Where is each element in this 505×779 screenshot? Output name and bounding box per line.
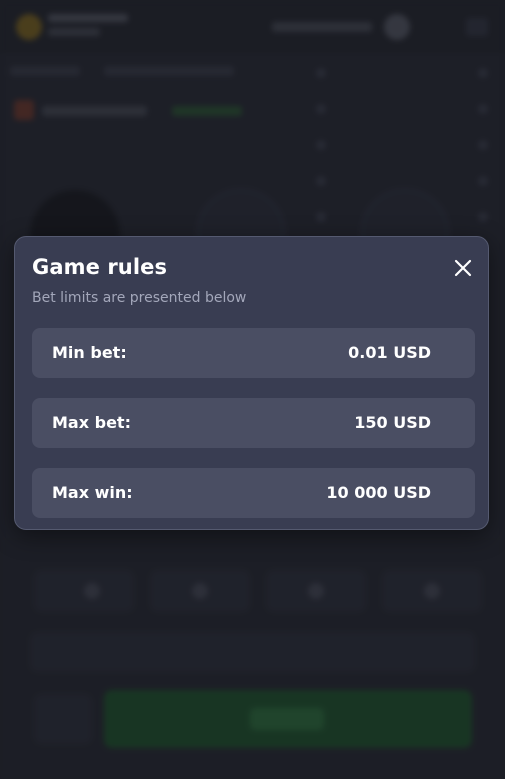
rule-value: 150 USD [354,413,431,432]
app-root: Game rules Bet limits are presented belo… [0,0,505,779]
rule-row-max-win: Max win: 10 000 USD [32,468,475,518]
close-icon [454,259,472,277]
close-button[interactable] [451,256,475,280]
rule-label: Max win: [52,483,133,502]
rule-value: 0.01 USD [348,343,431,362]
game-rules-modal: Game rules Bet limits are presented belo… [14,236,489,530]
modal-title: Game rules [32,255,168,279]
rule-label: Min bet: [52,343,127,362]
rule-row-max-bet: Max bet: 150 USD [32,398,475,448]
modal-subtitle: Bet limits are presented below [32,290,247,306]
rule-value: 10 000 USD [326,483,431,502]
rule-row-min-bet: Min bet: 0.01 USD [32,328,475,378]
rule-label: Max bet: [52,413,131,432]
